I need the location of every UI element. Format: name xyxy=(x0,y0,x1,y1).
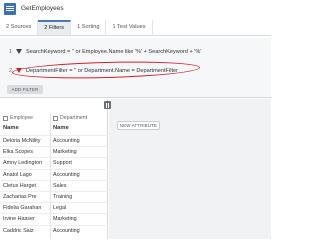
table-body: Deloria McNility Accounting Elka Scopes Mar… xyxy=(0,135,108,236)
table-row[interactable]: Fidelia Garahan Legal xyxy=(0,202,108,213)
column-label: Name xyxy=(3,125,19,131)
entity-icon xyxy=(53,115,58,121)
filters-panel: 1 SearchKeyword = '' or Employee.Name li… xyxy=(0,38,271,98)
attributes-panel xyxy=(109,99,271,239)
column-divider xyxy=(50,113,51,239)
tab-bar: 2 Sources 2 Filters 1 Sorting 1 Test Val… xyxy=(0,20,271,36)
group-label: Department xyxy=(60,115,88,121)
title-bar: GetEmployees xyxy=(0,0,271,17)
table-row[interactable]: Irvine Hasser Marketing xyxy=(0,213,108,224)
entity-icon xyxy=(3,115,8,121)
window-title: GetEmployees xyxy=(21,5,64,12)
employee-name-cell: Caddric Saiz xyxy=(3,227,34,234)
table-row[interactable]: Elka Scopes Marketing xyxy=(0,146,108,157)
filter-index: 1 xyxy=(9,49,12,55)
filter-icon xyxy=(16,48,23,56)
table-row[interactable]: Amny Ledington Support xyxy=(0,157,108,168)
query-icon xyxy=(4,2,16,15)
table-row[interactable]: Cletus Harget Sales xyxy=(0,179,108,191)
preview-table: Employee Name Department Name Deloria Mc… xyxy=(0,99,108,239)
column-header[interactable]: Employee Name xyxy=(3,113,33,133)
table-header: Employee Name Department Name xyxy=(0,113,108,133)
group-label: Employee xyxy=(10,115,34,121)
filter-expression[interactable]: SearchKeyword = '' or Employee.Name like… xyxy=(26,49,201,55)
department-name-cell: Accounting xyxy=(53,227,80,234)
table-row[interactable]: Zacharias Pre Training xyxy=(0,190,108,202)
new-attribute-button[interactable]: NEW ATTRIBUTE xyxy=(117,121,160,130)
table-row[interactable]: Caddric Saiz Accounting xyxy=(0,224,108,236)
column-label: Name xyxy=(53,125,69,131)
table-row[interactable]: Anatol Lago Accounting xyxy=(0,168,108,180)
filter-index: 2 xyxy=(9,68,12,74)
pause-icon[interactable] xyxy=(104,101,111,109)
tab-filters[interactable]: 2 Filters xyxy=(38,20,72,35)
table-row[interactable]: Deloria McNility Accounting xyxy=(0,135,108,146)
column-header[interactable]: Department Name xyxy=(53,113,87,133)
add-filter-button[interactable]: ADD FILTER xyxy=(7,85,43,94)
filter-row[interactable]: 1 SearchKeyword = '' or Employee.Name li… xyxy=(0,45,271,59)
tab-sources[interactable]: 2 Sources xyxy=(0,20,39,35)
tab-test-values[interactable]: 1 Test Values xyxy=(106,20,153,35)
tab-sorting[interactable]: 1 Sorting xyxy=(71,20,107,35)
